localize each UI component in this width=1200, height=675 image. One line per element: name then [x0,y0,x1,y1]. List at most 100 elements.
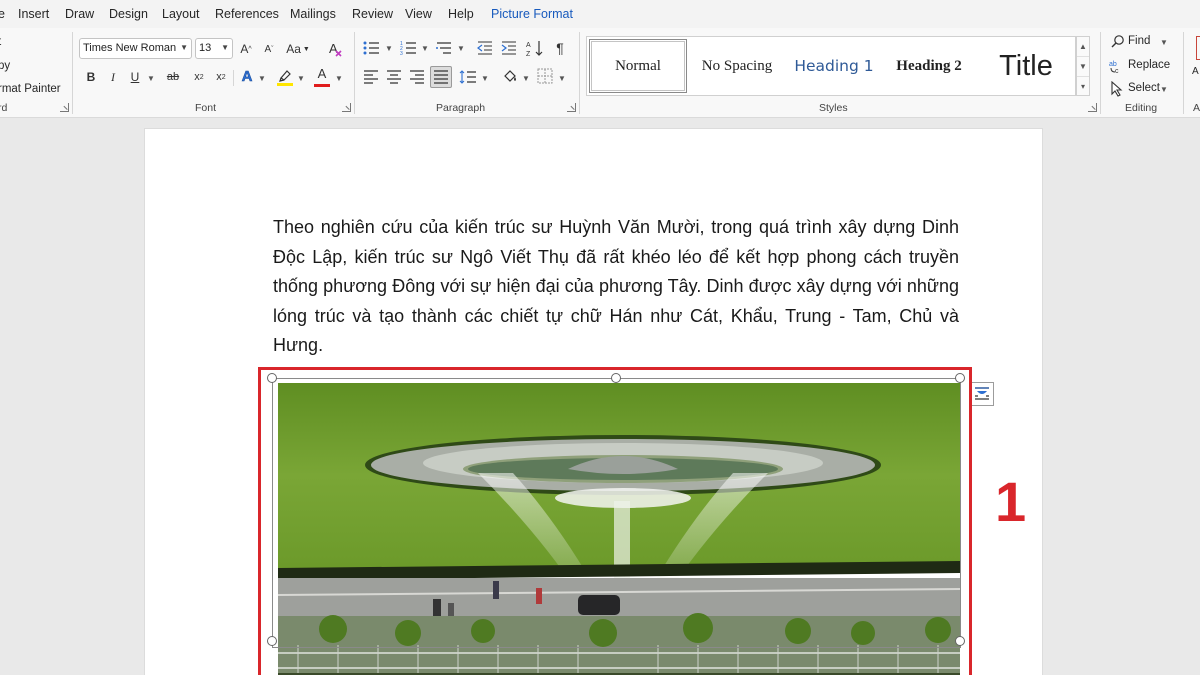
tab-references[interactable]: References [215,7,279,21]
italic-button[interactable]: I [104,68,122,86]
chevron-down-icon[interactable]: ▼ [481,74,489,83]
tab-layout[interactable]: Layout [162,7,200,21]
chevron-down-icon[interactable]: ▼ [297,74,305,83]
style-title[interactable]: Title [977,39,1075,93]
font-family-combo[interactable]: Times New Roman ▼ [79,38,192,59]
replace-icon[interactable]: ab c [1108,57,1126,75]
addin-label: A [1192,66,1199,77]
increase-indent-icon[interactable] [500,39,518,57]
change-case-button[interactable]: Aa ▼ [285,39,311,59]
font-launcher-icon[interactable] [342,103,351,112]
superscript-button[interactable]: x2 [212,68,230,86]
strikethrough-button[interactable]: ab [162,68,184,86]
replace-button[interactable]: Replace [1128,59,1170,71]
paragraph-launcher-icon[interactable] [567,103,576,112]
cursor-icon[interactable] [1109,80,1125,98]
grow-font-icon[interactable]: A ^ [236,39,256,59]
tab-insert[interactable]: Insert [18,7,49,21]
chevron-down-icon[interactable]: ▼ [522,74,530,83]
font-family-value: Times New Roman [83,42,177,54]
styles-launcher-icon[interactable] [1088,103,1097,112]
resize-handle-top[interactable] [611,373,621,383]
tab-view[interactable]: View [405,7,432,21]
search-icon[interactable] [1110,33,1126,49]
format-painter-button[interactable]: rmat Painter [0,83,61,95]
underline-button[interactable]: U [126,68,144,86]
align-right-icon[interactable] [408,68,426,86]
chevron-down-icon[interactable]: ▼ [1160,38,1168,47]
bold-button[interactable]: B [82,68,100,86]
select-button[interactable]: Select [1128,82,1160,94]
style-normal[interactable]: Normal [589,39,687,93]
chevron-down-icon[interactable]: ▼ [385,44,393,53]
subscript-button[interactable]: x2 [190,68,208,86]
sort-icon[interactable]: AZ [525,38,545,58]
tab-file[interactable]: e [0,7,5,21]
clear-formatting-icon[interactable]: A [325,38,347,60]
svg-text:ab: ab [1109,61,1117,68]
chevron-up-icon[interactable]: ▲ [1077,37,1089,57]
highlight-color-icon[interactable] [275,66,295,88]
font-size-combo[interactable]: 13 ▼ [195,38,233,59]
multilevel-list-icon[interactable] [435,39,453,57]
numbering-icon[interactable]: 123 [399,39,417,57]
ribbon: t py rmat Painter rd Times New Roman ▼ 1… [0,28,1200,118]
find-button[interactable]: Find [1128,35,1150,47]
styles-gallery-scroll[interactable]: ▲ ▼ ▾ [1076,36,1090,96]
style-heading-2[interactable]: Heading 2 [883,39,975,93]
chevron-down-icon[interactable]: ▼ [558,74,566,83]
chevron-down-icon[interactable]: ▼ [1077,57,1089,77]
resize-handle-top-right[interactable] [955,373,965,383]
layout-options-button[interactable] [970,382,994,406]
tab-help[interactable]: Help [448,7,474,21]
tab-mailings[interactable]: Mailings [290,7,336,21]
separator [233,70,234,86]
line-spacing-icon[interactable] [458,68,478,86]
tab-draw[interactable]: Draw [65,7,94,21]
chevron-down-icon[interactable]: ▼ [335,74,343,83]
clipboard-launcher-icon[interactable] [60,103,69,112]
chevron-down-icon: ▼ [221,43,229,52]
addin-icon[interactable] [1196,36,1200,60]
chevron-down-icon[interactable]: ▼ [421,44,429,53]
chevron-down-icon[interactable]: ▼ [258,74,266,83]
resize-handle-right[interactable] [955,636,965,646]
separator [579,32,580,114]
align-left-icon[interactable] [362,68,380,86]
text-effects-button[interactable]: A [238,66,256,86]
shading-icon[interactable] [500,66,520,88]
borders-icon[interactable] [536,67,554,85]
font-size-value: 13 [199,42,212,54]
tab-picture-format[interactable]: Picture Format [491,7,573,21]
cut-button[interactable]: t [0,36,1,48]
document-page[interactable]: Theo nghiên cứu của kiến trúc sư Huỳnh V… [144,128,1043,675]
chevron-down-icon[interactable]: ▼ [1160,85,1168,94]
document-canvas[interactable]: Theo nghiên cứu của kiến trúc sư Huỳnh V… [0,118,1200,675]
justify-icon[interactable] [430,66,452,88]
resize-handle-left[interactable] [267,636,277,646]
styles-gallery: Normal No Spacing Heading 1 Heading 2 Ti… [586,36,1076,96]
shrink-font-icon[interactable]: Aˇ [259,39,279,59]
superscript-mark: 2 [221,73,226,81]
more-styles-icon[interactable]: ▾ [1077,77,1089,97]
style-heading-1[interactable]: Heading 1 [785,39,883,93]
chevron-down-icon[interactable]: ▼ [147,74,155,83]
align-center-icon[interactable] [385,68,403,86]
ribbon-tabs: e Insert Draw Design Layout References M… [0,0,1200,28]
body-paragraph[interactable]: Theo nghiên cứu của kiến trúc sư Huỳnh V… [273,213,959,361]
svg-text:A: A [329,41,338,56]
chevron-down-icon[interactable]: ▼ [457,44,465,53]
style-no-spacing[interactable]: No Spacing [689,39,785,93]
svg-text:Z: Z [526,51,531,57]
copy-button[interactable]: py [0,60,10,72]
resize-handle-top-left[interactable] [267,373,277,383]
show-formatting-button[interactable]: ¶ [551,38,569,58]
font-color-button[interactable]: A [312,66,332,88]
bullets-icon[interactable] [362,39,380,57]
selected-picture[interactable] [278,383,960,675]
svg-text:c: c [1115,68,1119,74]
decrease-indent-icon[interactable] [476,39,494,57]
layout-options-icon [975,387,989,400]
tab-review[interactable]: Review [352,7,393,21]
tab-design[interactable]: Design [109,7,148,21]
